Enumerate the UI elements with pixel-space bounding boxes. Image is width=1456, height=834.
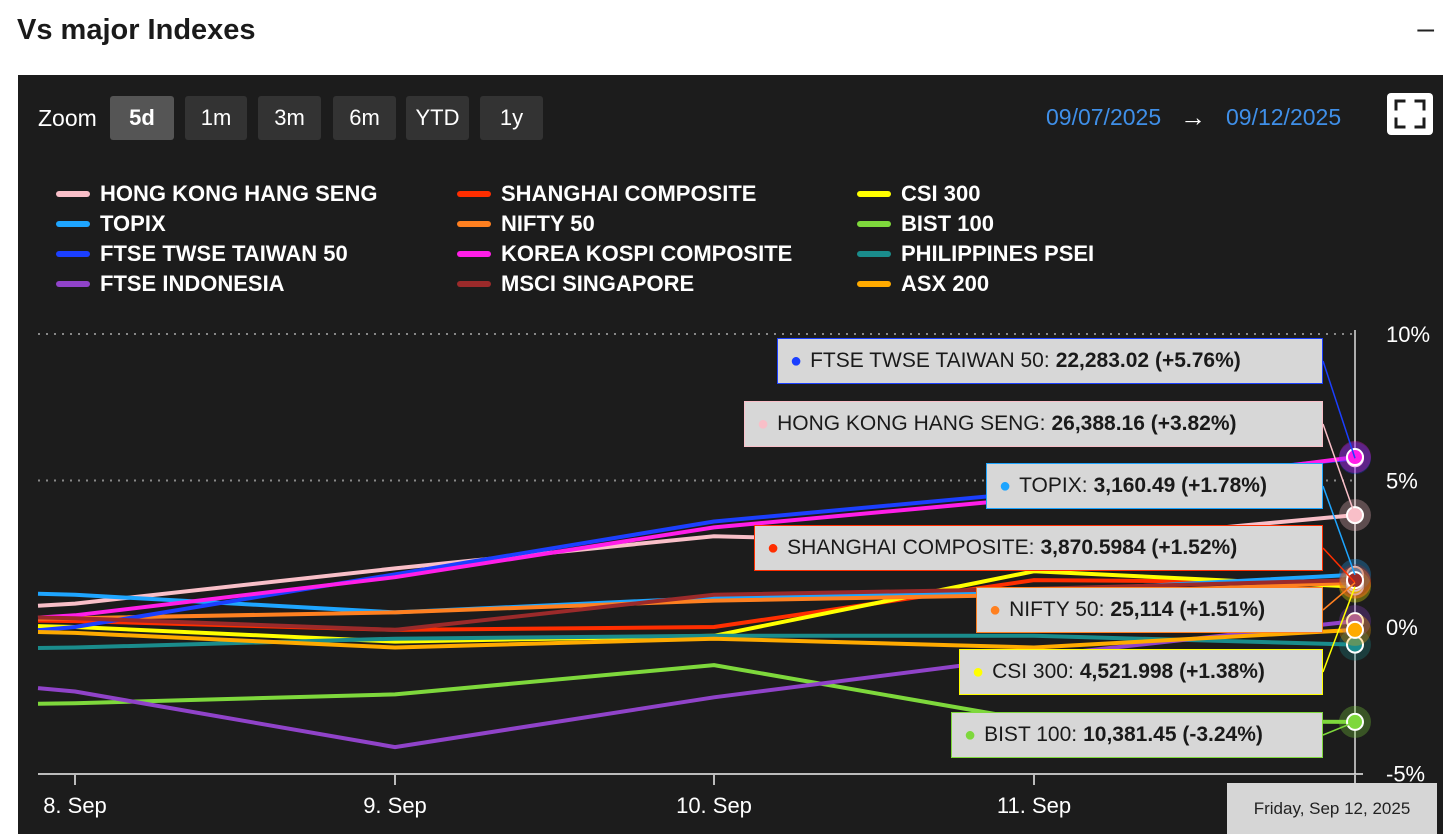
x-tick-label: 8. Sep [43, 793, 107, 818]
tooltip-dot: ● [972, 660, 985, 683]
hover-date-tooltip: Friday, Sep 12, 2025 [1227, 783, 1437, 834]
tooltip-dot: ● [989, 598, 1002, 621]
x-tick-label: 9. Sep [363, 793, 427, 818]
x-tick-label: 10. Sep [676, 793, 752, 818]
tooltip-series-name: SHANGHAI COMPOSITE: [787, 536, 1035, 559]
tooltip-series-name: FTSE TWSE TAIWAN 50: [810, 349, 1050, 372]
tooltip-series-name: TOPIX: [1019, 474, 1088, 497]
tooltip-dot: ● [999, 474, 1012, 497]
marker-point [1346, 620, 1364, 639]
tooltip-value: 25,114 (+1.51%) [1110, 598, 1266, 621]
tooltip-series-name: CSI 300: [992, 660, 1074, 683]
tooltip-connector [1322, 360, 1356, 459]
tooltip-value: 22,283.02 (+5.76%) [1055, 349, 1241, 372]
tooltip-series-name: HONG KONG HANG SENG: [777, 412, 1046, 435]
chart-panel: Zoom 5d 1m 3m 6m YTD 1y 09/07/2025 → 09/12/20… [18, 75, 1443, 834]
tooltip-shanghai-composite: ● SHANGHAI COMPOSITE: 3,870.5984 (+1.52%) [754, 525, 1323, 571]
section-title: Vs major Indexes [17, 14, 256, 46]
tooltip-series-name: NIFTY 50: [1009, 598, 1105, 621]
y-tick-label: 10% [1386, 322, 1430, 347]
tooltip-dot: ● [790, 349, 803, 372]
tooltip-dot: ● [767, 536, 780, 559]
tooltip-value: 3,870.5984 (+1.52%) [1040, 536, 1238, 559]
tooltip-bist-100: ● BIST 100: 10,381.45 (-3.24%) [951, 712, 1323, 758]
y-tick-label: 5% [1386, 469, 1418, 494]
tooltip-value: 26,388.16 (+3.82%) [1051, 412, 1237, 435]
tooltip-topix: ● TOPIX: 3,160.49 (+1.78%) [986, 463, 1323, 509]
tooltip-value: 10,381.45 (-3.24%) [1083, 723, 1263, 746]
tooltip-dot: ● [757, 412, 770, 435]
tooltip-csi-300: ● CSI 300: 4,521.998 (+1.38%) [959, 649, 1323, 695]
tooltip-value: 3,160.49 (+1.78%) [1093, 474, 1267, 497]
y-tick-label: 0% [1386, 615, 1418, 640]
x-tick-label: 11. Sep [997, 793, 1071, 818]
tooltip-dot: ● [964, 723, 977, 746]
tooltip-nifty-50: ● NIFTY 50: 25,114 (+1.51%) [976, 587, 1323, 633]
tooltip-value: 4,521.998 (+1.38%) [1079, 660, 1265, 683]
minimize-button[interactable]: – [1417, 12, 1434, 46]
tooltip-hong-kong-hang-seng: ● HONG KONG HANG SENG: 26,388.16 (+3.82%) [744, 401, 1323, 447]
tooltip-ftse-twse-taiwan-50: ● FTSE TWSE TAIWAN 50: 22,283.02 (+5.76%) [777, 338, 1323, 384]
tooltip-series-name: BIST 100: [984, 723, 1078, 746]
